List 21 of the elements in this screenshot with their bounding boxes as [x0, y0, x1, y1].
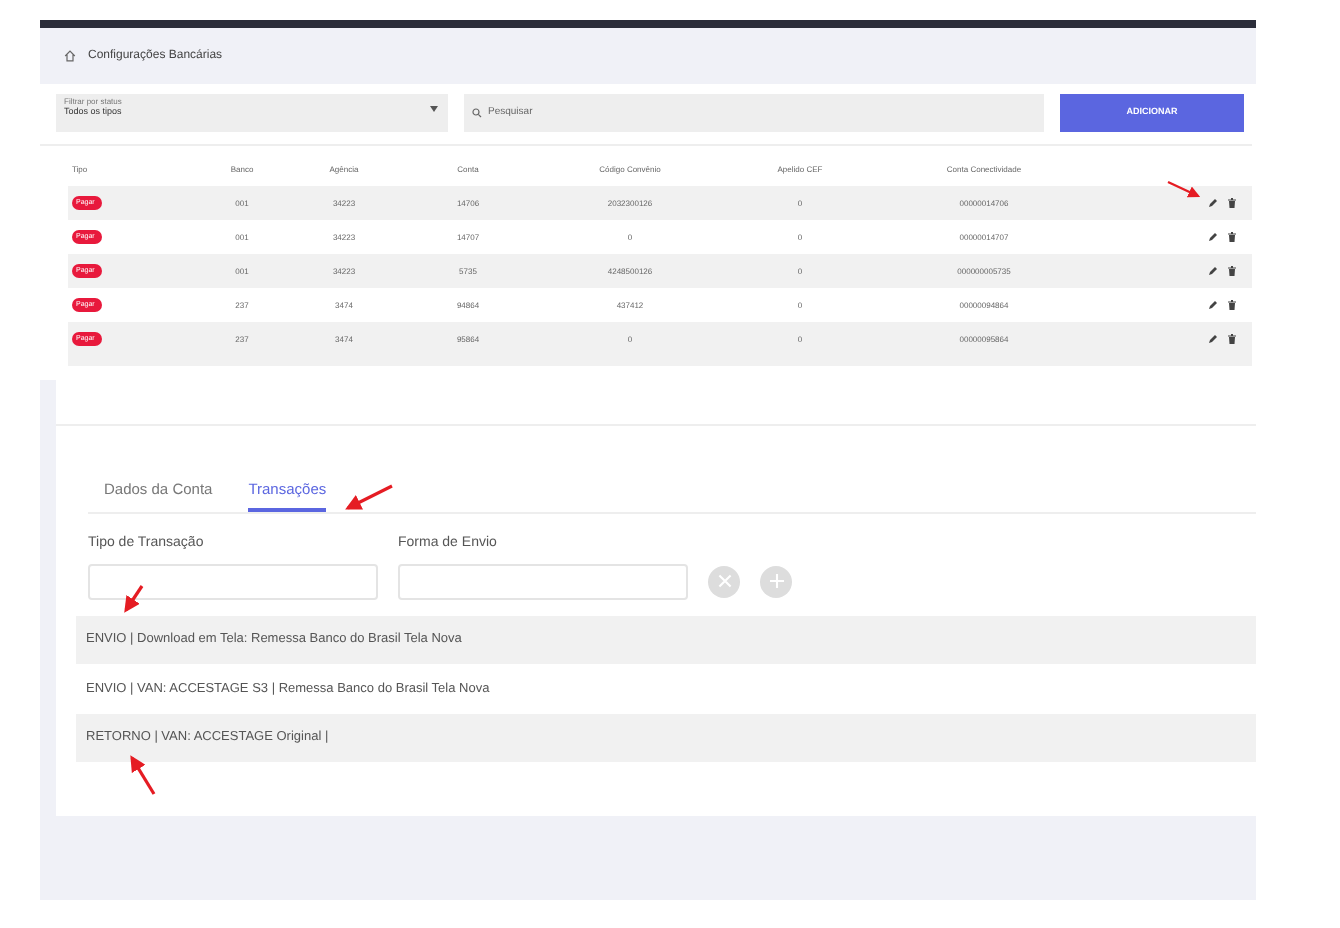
input-field[interactable]	[398, 563, 688, 600]
delete-icon[interactable]	[1228, 334, 1236, 344]
search-icon	[472, 108, 482, 118]
home-icon[interactable]	[64, 50, 76, 62]
annotation-arrow	[124, 585, 144, 613]
close-icon	[717, 574, 731, 589]
input-field[interactable]	[88, 563, 378, 600]
edit-icon[interactable]	[1208, 232, 1218, 242]
edit-icon[interactable]	[1208, 334, 1218, 344]
plus-icon	[769, 574, 783, 589]
delete-icon[interactable]	[1228, 266, 1236, 276]
delete-icon[interactable]	[1228, 232, 1236, 242]
caret-icon	[430, 106, 438, 112]
delete-icon[interactable]	[1228, 300, 1236, 310]
edit-icon[interactable]	[1208, 300, 1218, 310]
edit-icon[interactable]	[1208, 266, 1218, 276]
edit-icon[interactable]	[1208, 198, 1218, 208]
delete-icon[interactable]	[1228, 198, 1236, 208]
annotation-arrow	[130, 755, 156, 795]
annotation-arrow	[345, 484, 393, 510]
annotation-arrow	[1167, 180, 1201, 198]
